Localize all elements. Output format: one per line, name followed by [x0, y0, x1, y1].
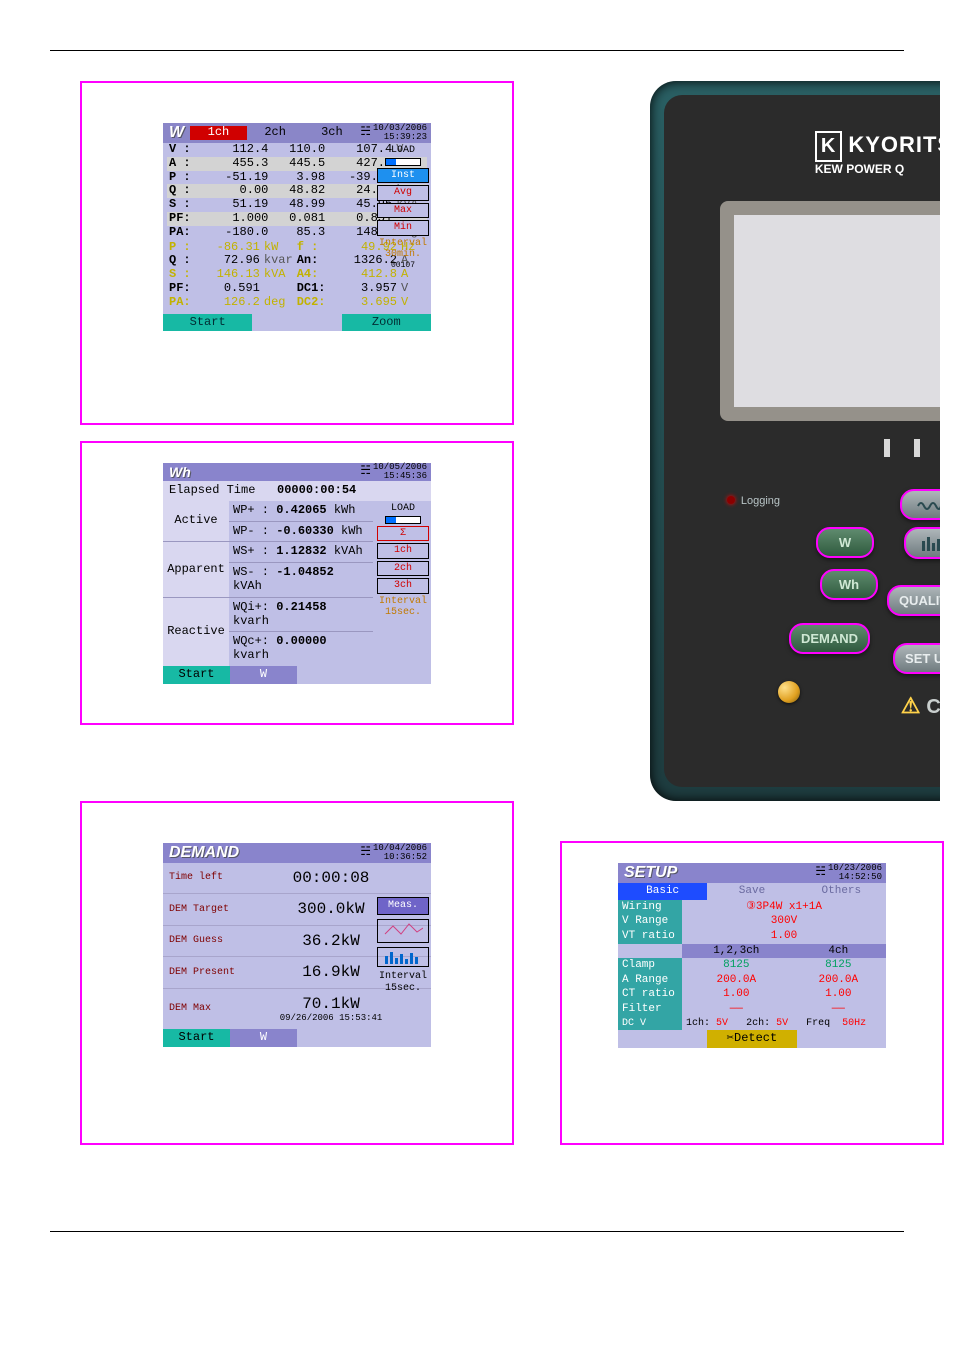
- interval-value: 30min.: [377, 249, 429, 261]
- wh-timestamp: 10/05/200615:45:36: [373, 463, 431, 482]
- w-zoom-button[interactable]: Zoom: [342, 314, 431, 332]
- avg-box[interactable]: Avg: [377, 185, 429, 201]
- bar-chart-icon: [921, 537, 940, 551]
- logging-led-icon: [727, 496, 735, 504]
- bars-icon[interactable]: [377, 947, 429, 967]
- inst-box[interactable]: Inst: [377, 168, 429, 184]
- tab-3ch[interactable]: 3ch: [304, 126, 361, 140]
- card-icon: ☵: [360, 846, 371, 860]
- lcd-demand: DEMAND ☵ 10/04/200610:36:52 Time left00:…: [163, 843, 431, 1047]
- panel-w-range: W 1ch 2ch 3ch ☵ 10/03/200615:39:23 V :11…: [80, 81, 514, 425]
- quality-button[interactable]: QUALITY: [887, 585, 940, 616]
- panel-wh: Wh ☵ 10/05/200615:45:36 Elapsed Time 000…: [80, 441, 514, 725]
- min-box[interactable]: Min: [377, 220, 429, 236]
- dem-side-panel: Meas. Interval 15sec.: [377, 865, 429, 994]
- dem-start-button[interactable]: Start: [163, 1029, 230, 1047]
- ce-marking: ⚠C€: [901, 693, 940, 719]
- wh-energy-table: Active WP+ : 0.42065 kWh WP- : -0.60330 …: [163, 501, 373, 666]
- panel-setup: SETUP ☵ 10/23/200614:52:50 Basic Save Ot…: [560, 841, 944, 1145]
- device-lcd-frame: [720, 201, 940, 421]
- demand-title: DEMAND: [163, 844, 245, 862]
- w-start-button[interactable]: Start: [163, 314, 252, 332]
- tab-save[interactable]: Save: [707, 883, 796, 900]
- lcd-w-range: W 1ch 2ch 3ch ☵ 10/03/200615:39:23 V :11…: [163, 123, 431, 331]
- device-logo: KKYORITSU KEW POWER Q: [815, 131, 940, 176]
- lcd-setup: SETUP ☵ 10/23/200614:52:50 Basic Save Ot…: [618, 863, 886, 1048]
- meas-box[interactable]: Meas.: [377, 897, 429, 915]
- logo-k-icon: K: [815, 131, 842, 162]
- setup-title: SETUP: [618, 864, 683, 882]
- ch3-box[interactable]: 3ch: [377, 578, 429, 594]
- logging-indicator: Logging: [727, 495, 780, 507]
- demand-timestamp: 10/04/200610:36:52: [373, 844, 431, 863]
- elapsed-time-row: Elapsed Time 00000:00:54: [163, 481, 431, 501]
- wave-button[interactable]: [900, 489, 940, 520]
- tab-others[interactable]: Others: [797, 883, 886, 900]
- dem-w-button[interactable]: W: [230, 1029, 297, 1047]
- w-button[interactable]: W: [816, 527, 874, 558]
- ch2-box[interactable]: 2ch: [377, 561, 429, 577]
- device-lcd: [734, 215, 940, 407]
- lcd-wh: Wh ☵ 10/05/200615:45:36 Elapsed Time 000…: [163, 463, 431, 684]
- wh-side-panel: LOAD Σ 1ch 2ch 3ch Interval 15sec.: [377, 503, 429, 619]
- ch1-box[interactable]: 1ch: [377, 543, 429, 559]
- card-icon: ☵: [360, 465, 371, 479]
- interval-label: Interval: [377, 238, 429, 250]
- setup-timestamp: 10/23/200614:52:50: [828, 864, 886, 883]
- bar-button[interactable]: [904, 527, 940, 559]
- setup-button[interactable]: SET UP: [893, 643, 940, 674]
- card-icon: ☵: [360, 126, 371, 140]
- detect-button[interactable]: ✂Detect: [707, 1030, 796, 1048]
- wh-button[interactable]: Wh: [820, 569, 878, 600]
- tab-basic[interactable]: Basic: [618, 883, 707, 900]
- detect-icon: ✂: [727, 1031, 734, 1045]
- dem-max-row: DEM Max 70.1kW09/26/2006 15:53:41: [163, 989, 431, 1030]
- w-title: W: [163, 124, 190, 142]
- card-icon: ☵: [815, 866, 826, 880]
- device-body: KKYORITSU KEW POWER Q Logging W: [650, 81, 940, 801]
- warning-triangle-icon: ⚠: [901, 693, 921, 718]
- demand-button[interactable]: DEMAND: [789, 623, 870, 654]
- wave-icon: [917, 500, 940, 512]
- tab-2ch[interactable]: 2ch: [247, 126, 304, 140]
- power-button[interactable]: [778, 681, 800, 703]
- panel-device: KKYORITSU KEW POWER Q Logging W: [560, 81, 940, 801]
- setup-table: Wiring③3P4W x1+1A V Range300V VT ratio1.…: [618, 900, 886, 1031]
- tab-1ch[interactable]: 1ch: [190, 126, 247, 140]
- w-timestamp: 10/03/200615:39:23: [373, 124, 431, 143]
- wh-start-button[interactable]: Start: [163, 666, 230, 684]
- w-side-panel: LOAD Inst Avg Max Min Interval 30min. 00…: [377, 145, 429, 270]
- rec-id: 00107: [377, 261, 429, 270]
- wh-w-button[interactable]: W: [230, 666, 297, 684]
- setup-tabs: Basic Save Others: [618, 883, 886, 900]
- trend-icon[interactable]: [377, 919, 429, 944]
- sigma-box[interactable]: Σ: [377, 526, 429, 542]
- panel-demand: DEMAND ☵ 10/04/200610:36:52 Time left00:…: [80, 801, 514, 1145]
- max-box[interactable]: Max: [377, 203, 429, 219]
- wh-title: Wh: [163, 464, 197, 480]
